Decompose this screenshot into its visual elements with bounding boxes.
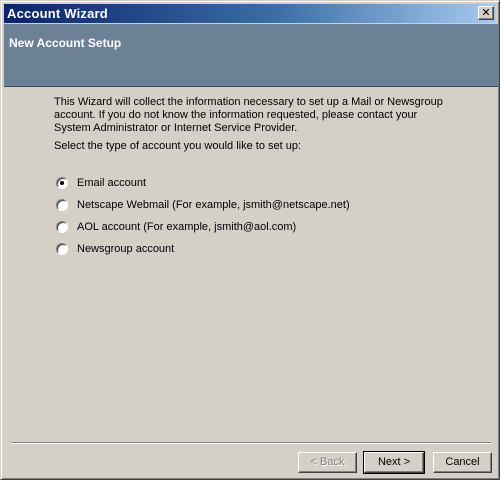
wizard-content: This Wizard will collect the information… <box>54 96 454 153</box>
option-label[interactable]: Email account <box>77 177 146 189</box>
back-button[interactable]: < Back <box>298 452 357 473</box>
window-title: Account Wizard <box>7 6 108 21</box>
title-bar[interactable]: Account Wizard ✕ <box>4 4 496 23</box>
option-label[interactable]: Newsgroup account <box>77 243 174 255</box>
page-title: New Account Setup <box>9 36 122 50</box>
radio-email-account[interactable] <box>56 177 68 189</box>
option-label[interactable]: Netscape Webmail (For example, jsmith@ne… <box>77 199 350 211</box>
close-icon: ✕ <box>481 6 491 19</box>
close-button[interactable]: ✕ <box>478 6 494 20</box>
wizard-header: New Account Setup <box>4 24 498 87</box>
radio-aol-account[interactable] <box>56 221 68 233</box>
option-label[interactable]: AOL account (For example, jsmith@aol.com… <box>77 221 296 233</box>
prompt-text: Select the type of account you would lik… <box>54 140 302 152</box>
intro-text: This Wizard will collect the information… <box>54 96 443 134</box>
footer-separator <box>11 442 491 444</box>
radio-newsgroup-account[interactable] <box>56 243 68 255</box>
next-button[interactable]: Next > <box>363 451 425 474</box>
cancel-button[interactable]: Cancel <box>433 452 492 473</box>
radio-selected-dot <box>60 181 64 185</box>
account-wizard-window: Account Wizard ✕ New Account Setup This … <box>0 0 500 480</box>
radio-netscape-webmail[interactable] <box>56 199 68 211</box>
